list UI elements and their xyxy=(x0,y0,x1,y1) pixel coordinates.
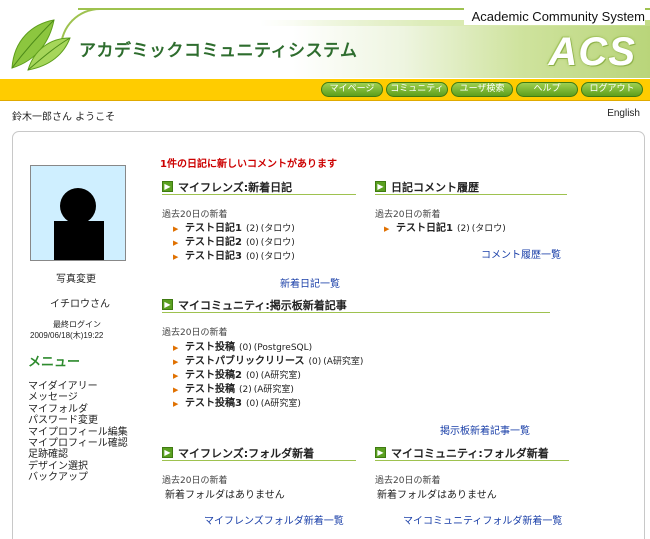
entry-title-link[interactable]: テスト日記3 xyxy=(185,251,242,262)
nav-community-button[interactable]: コミュニティ xyxy=(386,82,448,97)
menu-item-profile-edit[interactable]: マイプロフィール編集 xyxy=(28,427,128,438)
bullet-arrow-icon: ▶ xyxy=(173,225,179,233)
entry-count: (2) xyxy=(456,224,470,234)
nav-mypage-button[interactable]: マイページ xyxy=(321,82,383,97)
entry-count: (0) xyxy=(245,399,259,409)
system-name: Academic Community System xyxy=(463,8,645,25)
bullet-arrow-icon: ▶ xyxy=(384,225,390,233)
nav-logout-button[interactable]: ログアウト xyxy=(581,82,643,97)
menu-item-password-change[interactable]: パスワード変更 xyxy=(28,415,128,426)
new-diary-list-link[interactable]: 新着日記一覧 xyxy=(280,275,340,290)
nav-bar: マイページ コミュニティ ユーザ検索 ヘルプ ログアウト xyxy=(0,79,650,101)
nav-help-button[interactable]: ヘルプ xyxy=(516,82,578,97)
avatar-body-icon xyxy=(54,221,104,260)
last-login-value: 2009/06/18(木)19:22 xyxy=(30,331,104,340)
menu-title: メニュー xyxy=(28,355,81,370)
entry-title-link[interactable]: テスト投稿3 xyxy=(185,398,242,409)
list-item: ▶ テスト日記2 (0) (タロウ) xyxy=(173,233,295,248)
arrow-right-icon: ▶ xyxy=(162,447,173,458)
section-header-diary-comments: ▶ 日記コメント履歴 xyxy=(375,181,567,195)
menu-item-footprints[interactable]: 足跡確認 xyxy=(28,449,128,460)
nav-user-search-button[interactable]: ユーザ検索 xyxy=(451,82,513,97)
list-item: ▶ テスト投稿3 (0) (A研究室) xyxy=(173,394,301,409)
app-header: アカデミックコミュニティシステム Academic Community Syst… xyxy=(0,0,650,80)
bullet-arrow-icon: ▶ xyxy=(173,400,179,408)
app-title: アカデミックコミュニティシステム xyxy=(79,41,358,61)
section-header-friends-folder: ▶ マイフレンズ:フォルダ新着 xyxy=(162,447,356,461)
entry-count: (0) xyxy=(245,252,259,262)
section-title: マイフレンズ:フォルダ新着 xyxy=(178,447,315,460)
section-subtitle: 過去20日の新着 xyxy=(375,476,441,486)
entry-author: (A研究室) xyxy=(260,399,301,409)
empty-folder-message: 新着フォルダはありません xyxy=(377,490,497,501)
arrow-right-icon: ▶ xyxy=(162,299,173,310)
community-folder-list-link[interactable]: マイコミュニティフォルダ新着一覧 xyxy=(403,512,562,527)
section-header-community-bbs: ▶ マイコミュニティ:掲示板新着記事 xyxy=(162,299,550,313)
empty-folder-message: 新着フォルダはありません xyxy=(165,490,285,501)
new-comment-notice[interactable]: 1件の日記に新しいコメントがあります xyxy=(160,155,337,170)
list-item: ▶ テスト投稿 (0) (PostgreSQL) xyxy=(173,338,312,353)
section-title: マイコミュニティ:掲示板新着記事 xyxy=(178,299,347,312)
entry-title-link[interactable]: テスト日記1 xyxy=(396,223,453,234)
leaf-logo-icon xyxy=(11,19,71,71)
list-item: ▶ テスト日記1 (2) (タロウ) xyxy=(384,219,506,234)
menu-item-backup[interactable]: バックアップ xyxy=(28,472,128,483)
entry-author: (タロウ) xyxy=(471,224,506,234)
list-item: ▶ テスト投稿 (2) (A研究室) xyxy=(173,380,294,395)
language-link[interactable]: English xyxy=(607,108,640,119)
list-item: ▶ テスト日記1 (2) (タロウ) xyxy=(173,219,295,234)
bullet-arrow-icon: ▶ xyxy=(173,372,179,380)
entry-count: (0) xyxy=(308,357,322,367)
section-title: マイコミュニティ:フォルダ新着 xyxy=(391,447,549,460)
section-subtitle: 過去20日の新着 xyxy=(162,476,228,486)
section-header-friends-diary: ▶ マイフレンズ:新着日記 xyxy=(162,181,356,195)
bullet-arrow-icon: ▶ xyxy=(173,239,179,247)
welcome-greeting: 鈴木一郎さん ようこそ xyxy=(12,112,116,123)
avatar xyxy=(30,165,126,261)
arrow-right-icon: ▶ xyxy=(162,181,173,192)
entry-author: (タロウ) xyxy=(260,252,295,262)
menu-item-my-folder[interactable]: マイフォルダ xyxy=(28,404,128,415)
bullet-arrow-icon: ▶ xyxy=(173,358,179,366)
menu-item-my-diary[interactable]: マイダイアリー xyxy=(28,381,128,392)
menu-item-design-select[interactable]: デザイン選択 xyxy=(28,461,128,472)
list-item: ▶ テスト投稿2 (0) (A研究室) xyxy=(173,366,301,381)
list-item: ▶ テスト日記3 (0) (タロウ) xyxy=(173,247,295,262)
user-name: イチロウさん xyxy=(50,299,110,310)
bullet-arrow-icon: ▶ xyxy=(173,386,179,394)
section-subtitle: 過去20日の新着 xyxy=(162,328,228,338)
arrow-right-icon: ▶ xyxy=(375,181,386,192)
avatar-head-icon xyxy=(60,188,96,224)
photo-change-link[interactable]: 写真変更 xyxy=(56,270,96,285)
section-title: 日記コメント履歴 xyxy=(391,181,479,194)
comment-history-list-link[interactable]: コメント履歴一覧 xyxy=(481,246,561,261)
sidebar-menu: マイダイアリー メッセージ マイフォルダ パスワード変更 マイプロフィール編集 … xyxy=(28,381,128,484)
bullet-arrow-icon: ▶ xyxy=(173,253,179,261)
acs-logo: ACS xyxy=(548,30,636,74)
last-login-label: 最終ログイン xyxy=(53,320,101,329)
menu-item-profile-view[interactable]: マイプロフィール確認 xyxy=(28,438,128,449)
bbs-new-articles-list-link[interactable]: 掲示板新着記事一覧 xyxy=(440,422,530,437)
list-item: ▶ テストパブリックリリース (0) (A研究室) xyxy=(173,352,363,367)
friends-folder-list-link[interactable]: マイフレンズフォルダ新着一覧 xyxy=(204,512,344,527)
bullet-arrow-icon: ▶ xyxy=(173,344,179,352)
menu-item-message[interactable]: メッセージ xyxy=(28,392,128,403)
arrow-right-icon: ▶ xyxy=(375,447,386,458)
section-title: マイフレンズ:新着日記 xyxy=(178,181,293,194)
section-header-community-folder: ▶ マイコミュニティ:フォルダ新着 xyxy=(375,447,569,461)
entry-author: (A研究室) xyxy=(323,357,364,367)
